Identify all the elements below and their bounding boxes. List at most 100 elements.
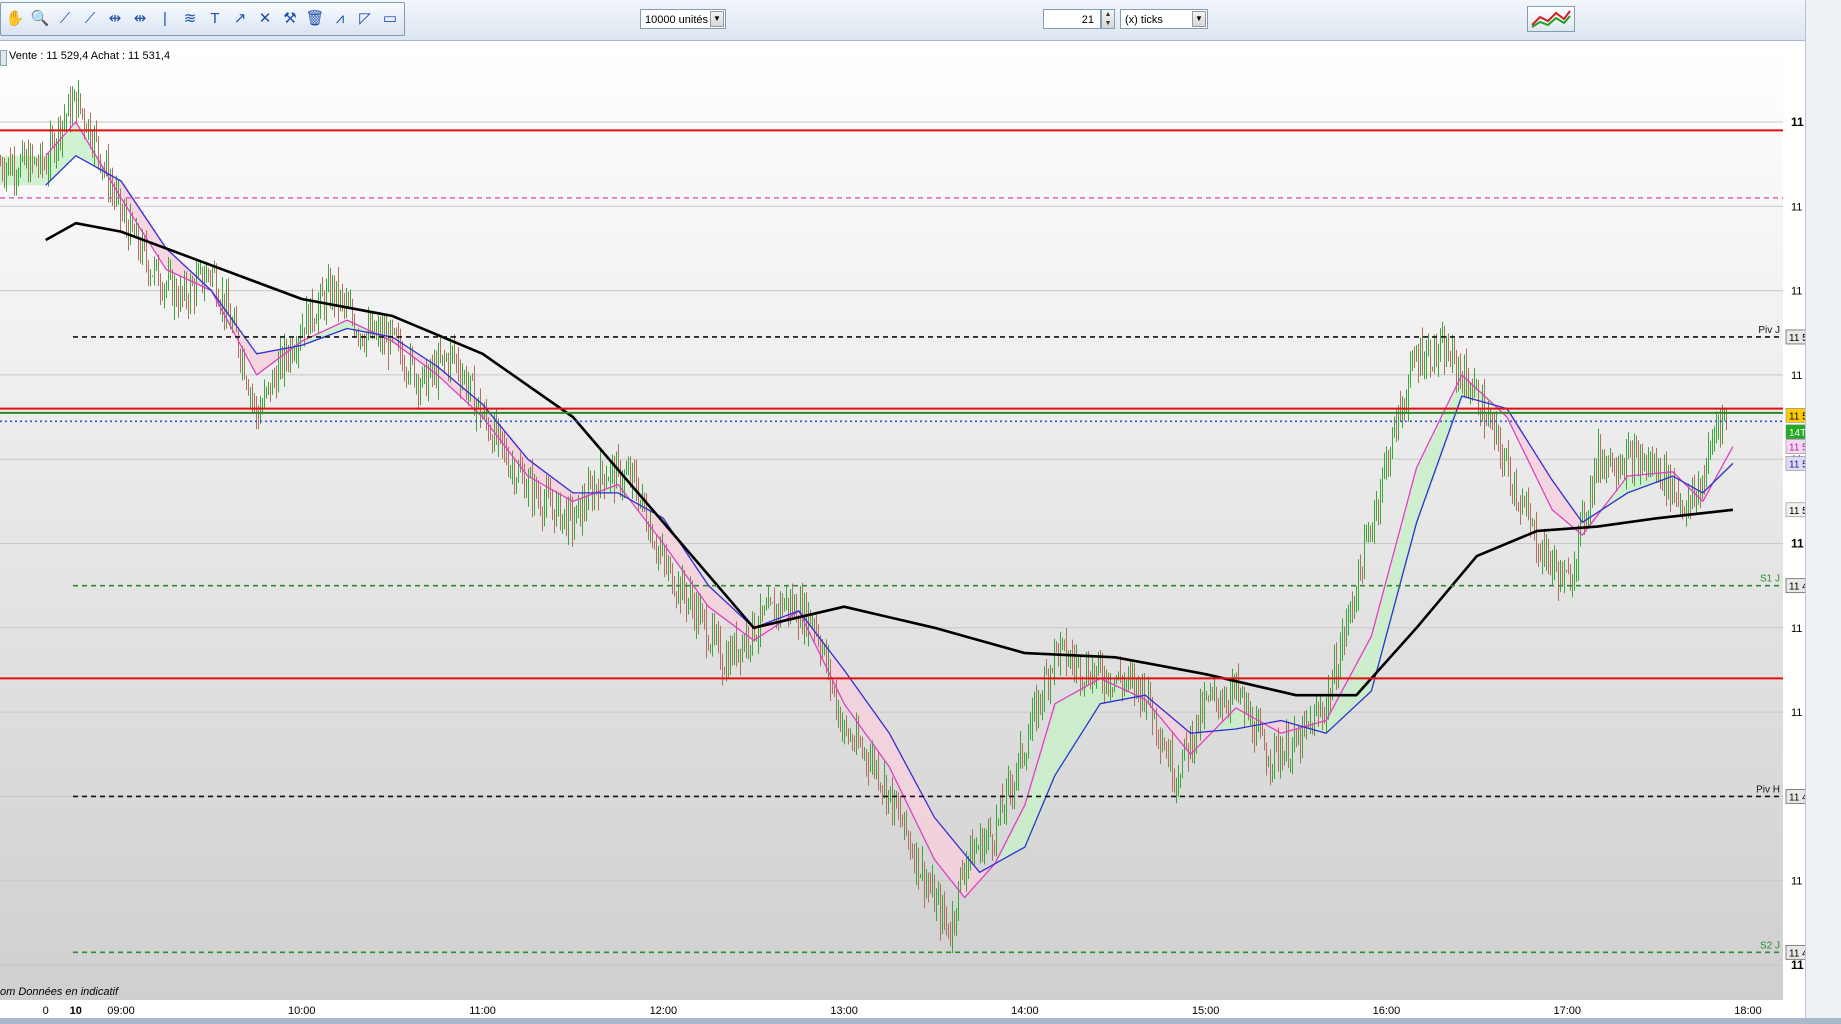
level-tag-text: 11 490 (1789, 582, 1805, 593)
ma-band-fill (1224, 719, 1227, 731)
ma-band-fill (933, 814, 936, 857)
ma-band-fill (1050, 720, 1053, 788)
ma-band-fill (1356, 664, 1359, 706)
ma-band-fill (75, 122, 78, 157)
ma-band-fill (870, 706, 873, 740)
y-tick-label: 11 420 (1791, 876, 1805, 888)
ma-band-fill (1008, 837, 1011, 857)
ma-band-fill (861, 693, 864, 728)
ma-band-fill (876, 714, 879, 749)
ma-band-fill (1119, 687, 1122, 701)
level-label: S2 J (1760, 940, 1780, 951)
price-tag-text: 11 530,4 (1789, 411, 1805, 422)
ma-band-fill (1227, 716, 1230, 730)
ma-band-fill (1047, 730, 1050, 795)
ma-band-fill (1086, 686, 1089, 727)
ma-band-fill (1341, 692, 1344, 720)
ma-band-fill (849, 676, 852, 711)
x-tick-label: 13:00 (830, 1005, 858, 1017)
ma-band-fill (1014, 826, 1017, 854)
ma-band-fill (66, 132, 69, 166)
ma-band-fill (1017, 820, 1020, 852)
price-tag-text: 11 519 (1789, 459, 1805, 470)
ma-band-fill (1077, 691, 1080, 741)
ma-band-fill (879, 718, 882, 753)
y-tick-label: 11 560 (1791, 286, 1805, 298)
ma-band-fill (1062, 699, 1065, 765)
ma-band-fill (1635, 475, 1638, 491)
ma-band-fill (1641, 474, 1644, 488)
y-tick-label: 11 600 (1791, 115, 1805, 129)
ma-band-fill (1044, 740, 1047, 802)
ma-band-fill (936, 819, 939, 862)
ma-band-fill (51, 149, 54, 181)
x-tick-label: 10:00 (288, 1005, 316, 1017)
right-scroll-strip[interactable] (1805, 0, 1841, 1024)
ma-band-fill (1359, 659, 1362, 703)
ma-band-fill (1347, 681, 1350, 714)
ma-band-fill (1350, 676, 1353, 711)
ma-band-fill (1011, 832, 1014, 855)
ma-band-fill (69, 129, 72, 163)
y-tick-label: 11 540 (1791, 370, 1805, 382)
x-tick-label: 0 (43, 1005, 49, 1017)
ma-band-fill (843, 668, 846, 702)
ma-band-fill (939, 822, 942, 866)
ma-band-fill (1005, 843, 1008, 859)
ma-band-fill (1236, 707, 1239, 729)
ma-band-fill (1068, 696, 1071, 755)
ma-band-fill (1065, 698, 1068, 760)
ma-band-fill (261, 353, 264, 372)
ma-band-fill (1038, 760, 1041, 816)
ma-band-fill (63, 136, 66, 169)
ma-band-fill (1362, 653, 1365, 700)
level-tag-text: 11 403 (1789, 948, 1805, 959)
y-tick-label: 11 480 (1791, 623, 1805, 635)
level-tag-text: 11 549 (1789, 333, 1805, 344)
ma-band-fill (1353, 670, 1356, 709)
ma-band-fill (948, 833, 951, 877)
chart-header-box (0, 50, 7, 66)
ma-band-fill (1089, 684, 1092, 722)
ma-band-fill (1071, 694, 1074, 750)
data-disclaimer: om Données en indicatif (0, 986, 119, 998)
bottom-scrollbar[interactable] (0, 1018, 1841, 1024)
ma-band-fill (1272, 722, 1275, 729)
ma-band-fill (1020, 814, 1023, 850)
level-label: S1 J (1760, 574, 1780, 585)
ma-band-fill (1053, 710, 1056, 781)
ma-band-fill (1275, 721, 1278, 730)
ma-band-fill (1368, 642, 1371, 695)
ma-band-fill (942, 826, 945, 870)
x-tick-label: 17:00 (1553, 1005, 1581, 1017)
ma-band-fill (258, 353, 261, 374)
x-tick-label: 12:00 (650, 1005, 678, 1017)
ma-band-fill (840, 664, 843, 696)
ma-band-fill (1239, 709, 1242, 729)
x-tick-label: 16:00 (1373, 1005, 1401, 1017)
ma-band-fill (1116, 685, 1119, 701)
y-tick-label: 11 500 (1791, 537, 1805, 551)
ma-band-fill (951, 837, 954, 881)
ma-band-fill (864, 697, 867, 732)
ma-band-fill (930, 809, 933, 851)
x-tick-label: 14:00 (1011, 1005, 1039, 1017)
price-tag-text: 11 523 (1789, 443, 1805, 454)
ma-band-fill (1074, 693, 1077, 746)
ma-band-fill (873, 710, 876, 745)
x-tick-label: 10 (70, 1005, 82, 1017)
ma-band-fill (1059, 701, 1062, 770)
y-tick-label: 11 400 (1791, 958, 1805, 972)
y-tick-label: 11 580 (1791, 201, 1805, 213)
x-tick-label: 15:00 (1192, 1005, 1220, 1017)
ma-band-fill (1233, 710, 1236, 730)
y-axis-panel (1783, 47, 1805, 1000)
ma-band-fill (255, 351, 258, 372)
ma-band-fill (1056, 703, 1059, 774)
quote-header: Vente : 11 529,4 Achat : 11 531,4 (9, 50, 171, 62)
price-chart[interactable]: 11 60011 58011 56011 54011 52011 50011 4… (0, 0, 1805, 1018)
plot-background (0, 47, 1783, 1000)
ma-band-fill (1041, 750, 1044, 809)
ma-band-fill (1365, 648, 1368, 697)
x-tick-label: 11:00 (469, 1005, 496, 1017)
